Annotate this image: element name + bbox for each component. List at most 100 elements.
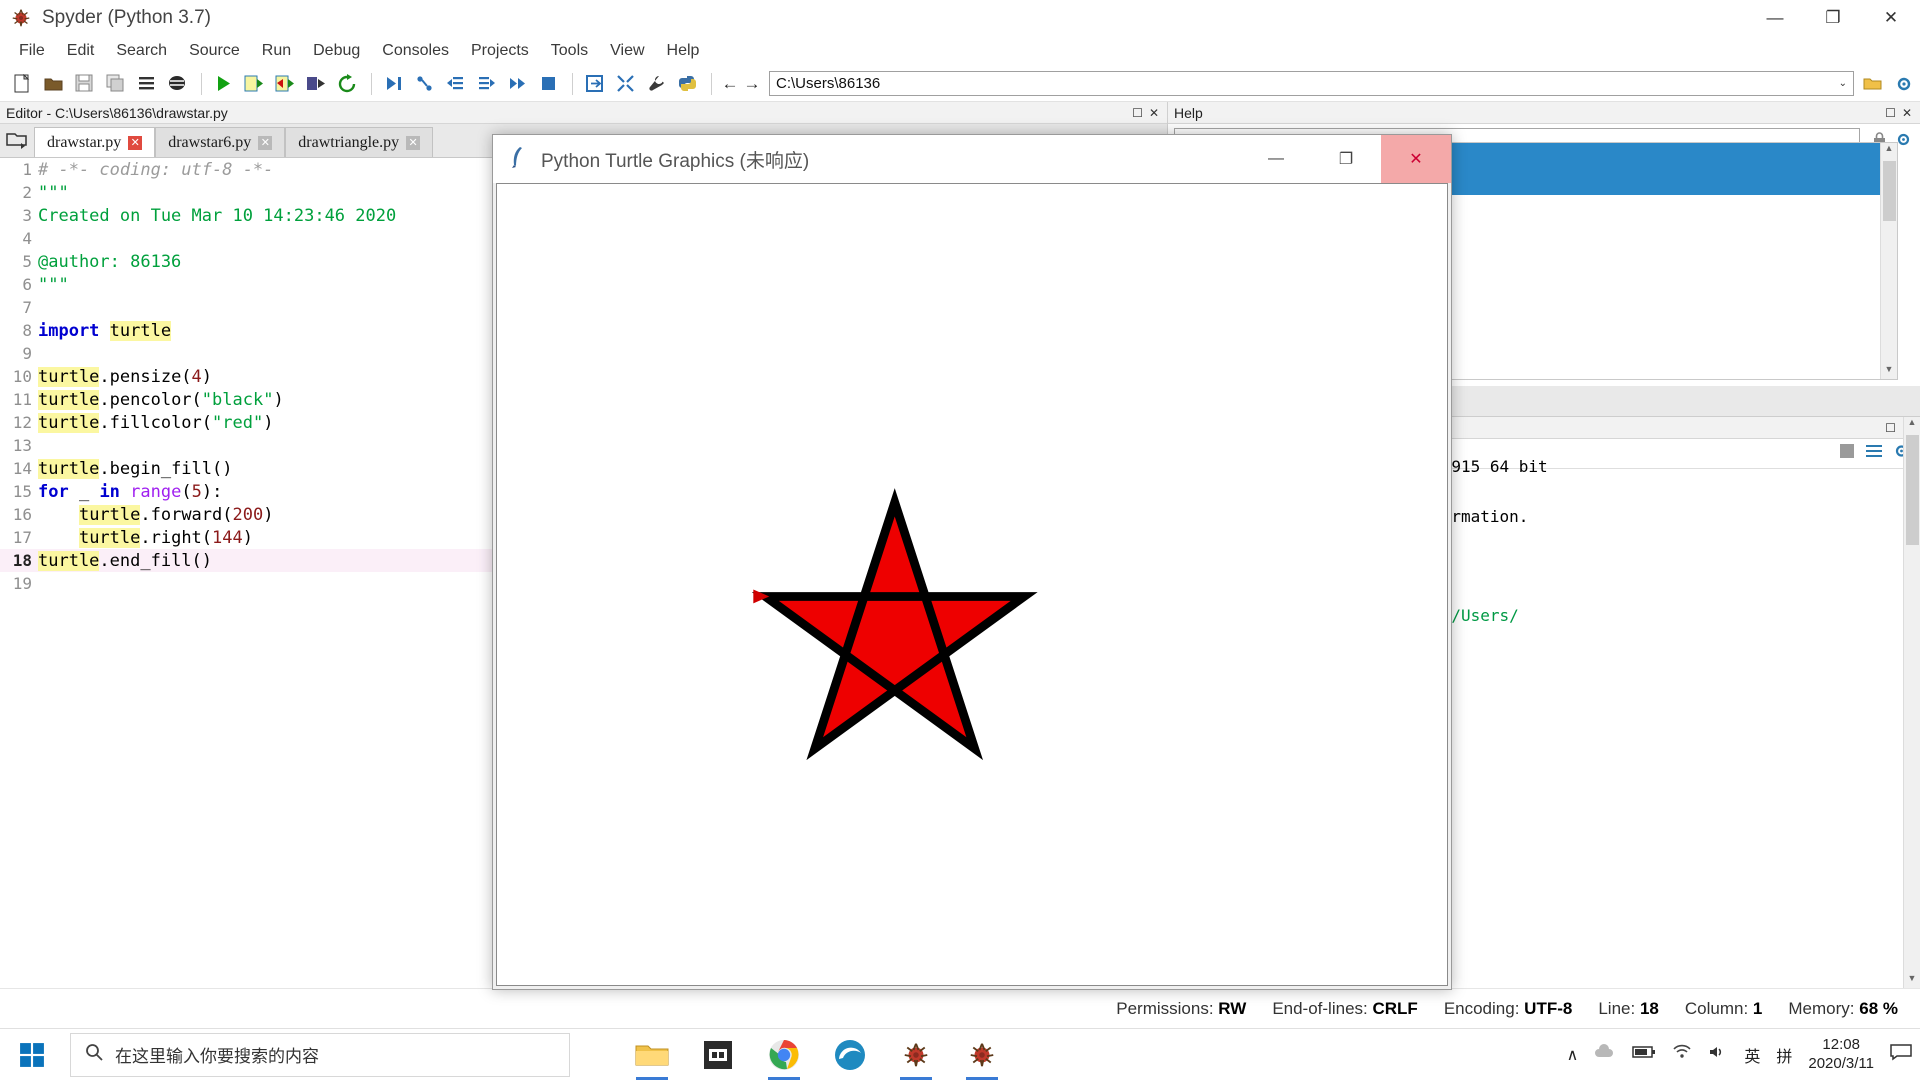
- preferences-icon[interactable]: [163, 69, 192, 99]
- microsoft-store-icon[interactable]: [696, 1033, 740, 1077]
- debug-step-return-icon[interactable]: [472, 69, 501, 99]
- fullscreen-icon[interactable]: [611, 69, 640, 99]
- line-number: 8: [22, 321, 32, 340]
- menu-view[interactable]: View: [599, 39, 655, 63]
- editor-tab-close-icon[interactable]: ✕: [406, 135, 421, 150]
- editor-tab-label: drawstar.py: [47, 133, 122, 151]
- tools-icon[interactable]: [642, 69, 671, 99]
- editor-tab-drawstar6[interactable]: drawstar6.py ✕: [155, 127, 286, 157]
- nav-back-button[interactable]: ←: [719, 74, 741, 94]
- chevron-up-icon[interactable]: ∧: [1567, 1045, 1579, 1065]
- scroll-down-icon[interactable]: ▼: [1881, 364, 1897, 379]
- spyder-icon[interactable]: [960, 1033, 1004, 1080]
- google-chrome-icon[interactable]: [762, 1033, 806, 1080]
- menu-source[interactable]: Source: [178, 39, 251, 63]
- open-file-icon[interactable]: [39, 69, 68, 99]
- close-icon[interactable]: ✕: [1149, 106, 1159, 120]
- scrollbar-thumb[interactable]: [1906, 435, 1919, 545]
- save-file-icon[interactable]: [70, 69, 99, 99]
- gear-icon[interactable]: [1889, 69, 1918, 99]
- turtle-graphics-window[interactable]: Python Turtle Graphics (未响应) — ❐ ✕: [492, 134, 1452, 990]
- encoding-label: Encoding:: [1443, 998, 1520, 1018]
- turtle-minimize-button[interactable]: —: [1241, 135, 1311, 183]
- editor-tab-drawstar[interactable]: drawstar.py ✕: [34, 127, 156, 157]
- working-directory-combo[interactable]: C:\Users\86136 ⌄: [769, 71, 1854, 96]
- help-scrollbar[interactable]: ▲ ▼: [1880, 143, 1897, 379]
- run-selection-icon[interactable]: [302, 69, 331, 99]
- close-icon[interactable]: ✕: [1902, 106, 1912, 120]
- undock-icon[interactable]: ☐: [1885, 106, 1896, 120]
- console-scrollbar[interactable]: ▲ ▼: [1903, 417, 1920, 988]
- star-polygon: [751, 488, 1038, 761]
- menu-projects[interactable]: Projects: [460, 39, 540, 63]
- debug-continue-icon[interactable]: [503, 69, 532, 99]
- maximize-button[interactable]: ❐: [1804, 0, 1862, 36]
- run-file-icon[interactable]: [209, 69, 238, 99]
- turtle-title-bar: Python Turtle Graphics (未响应) — ❐ ✕: [493, 135, 1451, 183]
- microsoft-edge-icon[interactable]: [828, 1033, 872, 1077]
- scroll-down-icon[interactable]: ▼: [1904, 973, 1920, 988]
- open-folder-icon[interactable]: [1858, 69, 1887, 99]
- debug-file-icon[interactable]: [379, 69, 408, 99]
- windows-start-icon[interactable]: [0, 1029, 64, 1080]
- debug-step-into-icon[interactable]: [441, 69, 470, 99]
- volume-icon[interactable]: [1708, 1044, 1728, 1065]
- menu-consoles[interactable]: Consoles: [371, 39, 460, 63]
- battery-icon[interactable]: [1632, 1045, 1656, 1064]
- nav-forward-button[interactable]: →: [741, 74, 763, 94]
- editor-tab-close-icon[interactable]: ✕: [258, 135, 273, 150]
- turtle-canvas[interactable]: [496, 183, 1448, 986]
- save-all-icon[interactable]: [101, 69, 130, 99]
- cloud-icon[interactable]: [1594, 1044, 1616, 1065]
- code-text: """: [38, 182, 69, 203]
- menu-edit[interactable]: Edit: [56, 39, 106, 63]
- taskbar-clock[interactable]: 12:08 2020/3/11: [1808, 1036, 1874, 1074]
- toolbar-separator: [201, 72, 202, 95]
- ime-language-indicator[interactable]: 英: [1744, 1043, 1760, 1067]
- notification-icon[interactable]: [1890, 1043, 1912, 1066]
- turtle-maximize-button[interactable]: ❐: [1311, 135, 1381, 183]
- menu-search[interactable]: Search: [105, 39, 178, 63]
- debug-stop-icon[interactable]: [534, 69, 563, 99]
- browse-tabs-icon[interactable]: [0, 123, 34, 157]
- spyder-application-window: Spyder (Python 3.7) — ❐ ✕ File Edit Sear…: [0, 0, 1920, 1080]
- rerun-icon[interactable]: [333, 69, 362, 99]
- menu-run[interactable]: Run: [251, 39, 302, 63]
- editor-tab-drawtriangle[interactable]: drawtriangle.py ✕: [285, 127, 434, 157]
- line-number: 17: [12, 528, 32, 547]
- close-button[interactable]: ✕: [1862, 0, 1920, 36]
- maximize-pane-icon[interactable]: [580, 69, 609, 99]
- menu-debug[interactable]: Debug: [302, 39, 371, 63]
- file-explorer-icon[interactable]: [630, 1033, 674, 1080]
- code-text: for _ in range(5):: [38, 481, 223, 502]
- run-cell-icon[interactable]: [240, 69, 269, 99]
- line-number: 16: [12, 505, 32, 524]
- debug-step-icon[interactable]: [410, 69, 439, 99]
- menu-tools[interactable]: Tools: [540, 39, 599, 63]
- find-replace-icon[interactable]: [132, 69, 161, 99]
- undock-icon[interactable]: ☐: [1885, 421, 1896, 435]
- line-number: 10: [12, 367, 32, 386]
- chevron-down-icon[interactable]: ⌄: [1839, 78, 1847, 89]
- menu-help[interactable]: Help: [656, 39, 711, 63]
- editor-tab-close-icon[interactable]: ✕: [128, 135, 143, 150]
- python-path-icon[interactable]: [673, 69, 702, 99]
- run-cell-advance-icon[interactable]: [271, 69, 300, 99]
- line-number: 15: [12, 482, 32, 501]
- undock-icon[interactable]: ☐: [1132, 106, 1143, 120]
- code-text: @author: 86136: [38, 251, 182, 272]
- turtle-close-button[interactable]: ✕: [1381, 135, 1451, 183]
- ime-mode-indicator[interactable]: 拼: [1776, 1043, 1792, 1067]
- scrollbar-thumb[interactable]: [1883, 161, 1896, 221]
- spyder-icon[interactable]: [894, 1033, 938, 1080]
- new-file-icon[interactable]: [8, 69, 37, 99]
- menu-file[interactable]: File: [8, 39, 56, 63]
- minimize-button[interactable]: —: [1746, 0, 1804, 36]
- editor-tab-label: drawtriangle.py: [298, 133, 400, 151]
- scroll-up-icon[interactable]: ▲: [1904, 417, 1920, 432]
- taskbar-search-box[interactable]: 在这里输入你要搜索的内容: [70, 1032, 570, 1077]
- toolbar-separator: [572, 72, 573, 95]
- network-icon[interactable]: [1672, 1044, 1692, 1065]
- scroll-up-icon[interactable]: ▲: [1881, 143, 1897, 158]
- code-text: turtle.pencolor("black"): [38, 389, 284, 410]
